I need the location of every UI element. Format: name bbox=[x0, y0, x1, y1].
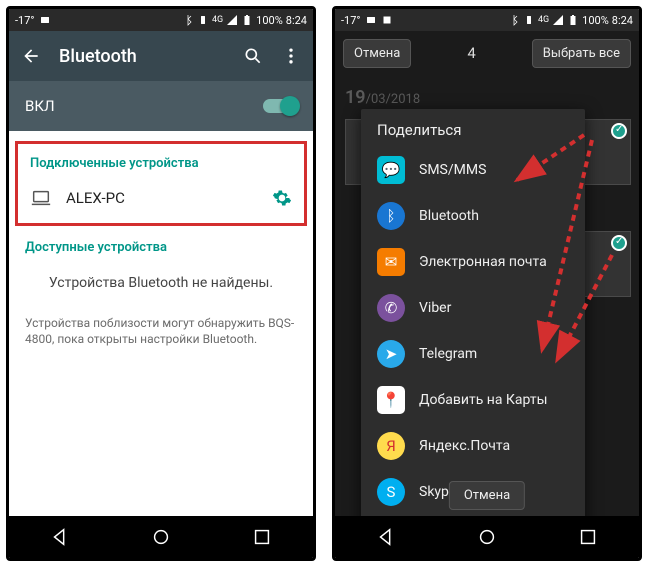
nav-bar bbox=[9, 516, 313, 558]
select-all-chip[interactable]: Выбрать все bbox=[532, 39, 631, 68]
signal-4g: 4G bbox=[212, 15, 223, 25]
status-bar: -17° 4G 100% 8:24 bbox=[335, 9, 639, 31]
signal-icon bbox=[552, 14, 564, 26]
nav-recent-icon[interactable] bbox=[251, 526, 273, 548]
share-item-yandex-mail[interactable]: ЯЯндекс.Почта bbox=[361, 423, 585, 469]
selection-count: 4 bbox=[419, 44, 523, 62]
status-time: 8:24 bbox=[286, 14, 307, 27]
gear-icon[interactable] bbox=[272, 188, 292, 208]
notification-icon-2 bbox=[381, 14, 393, 26]
yandex-mail-icon: Я bbox=[377, 432, 405, 460]
vibrate-icon bbox=[197, 14, 209, 26]
gallery-body: Отмена 4 Выбрать все 19/03/2018 Поделить… bbox=[335, 31, 639, 516]
share-item-telegram[interactable]: ➤Telegram bbox=[361, 331, 585, 377]
date-group-1: 19/03/2018 bbox=[345, 87, 420, 108]
vibrate-icon bbox=[523, 14, 535, 26]
page-title: Bluetooth bbox=[59, 46, 225, 67]
share-item-maps[interactable]: 📍Добавить на Карты bbox=[361, 377, 585, 423]
bluetooth-toggle-row[interactable]: ВКЛ bbox=[9, 81, 313, 131]
cancel-chip[interactable]: Отмена bbox=[343, 39, 411, 68]
phone-right: -17° 4G 100% 8:24 Отмена 4 Выбрать все 1… bbox=[332, 6, 642, 561]
toggle-label: ВКЛ bbox=[25, 97, 55, 115]
selection-bar: Отмена 4 Выбрать все bbox=[335, 31, 639, 75]
share-sheet: Поделиться 💬SMS/MMS ᛒBluetooth ✉Электрон… bbox=[361, 109, 585, 516]
not-found-text: Устройства Bluetooth не найдены. bbox=[9, 257, 313, 301]
sms-icon: 💬 bbox=[377, 156, 405, 184]
battery-pct: 100% bbox=[582, 14, 609, 27]
bluetooth-icon bbox=[508, 14, 520, 26]
cancel-button[interactable]: Отмена bbox=[449, 481, 525, 510]
status-temp: -17° bbox=[341, 14, 361, 27]
nav-bar bbox=[335, 516, 639, 558]
battery-icon bbox=[567, 14, 579, 26]
share-item-email[interactable]: ✉Электронная почта bbox=[361, 239, 585, 285]
toggle-switch[interactable] bbox=[263, 99, 297, 113]
telegram-icon: ➤ bbox=[377, 340, 405, 368]
nav-home-icon[interactable] bbox=[150, 526, 172, 548]
device-name: ALEX-PC bbox=[66, 189, 125, 207]
share-item-bluetooth[interactable]: ᛒBluetooth bbox=[361, 193, 585, 239]
signal-4g: 4G bbox=[538, 15, 549, 25]
content: Подключенные устройства ALEX-PC Доступны… bbox=[9, 131, 313, 361]
status-time: 8:24 bbox=[612, 14, 633, 27]
battery-pct: 100% bbox=[256, 14, 283, 27]
share-title: Поделиться bbox=[361, 109, 585, 147]
paired-header: Подключенные устройства bbox=[28, 150, 294, 181]
battery-icon bbox=[241, 14, 253, 26]
notification-icon bbox=[365, 14, 377, 26]
share-item-sms[interactable]: 💬SMS/MMS bbox=[361, 147, 585, 193]
hint-text: Устройства поблизости могут обнаружить B… bbox=[9, 301, 313, 361]
share-item-viber[interactable]: ✆Viber bbox=[361, 285, 585, 331]
notification-icon bbox=[39, 14, 51, 26]
paired-device-row[interactable]: ALEX-PC bbox=[28, 181, 294, 217]
phone-left: -17° 4G 100% 8:24 Bluetooth ВКЛ Подключе… bbox=[6, 6, 316, 561]
status-temp: -17° bbox=[15, 14, 35, 27]
nav-back-icon[interactable] bbox=[375, 526, 397, 548]
status-bar: -17° 4G 100% 8:24 bbox=[9, 9, 313, 31]
more-icon[interactable] bbox=[281, 46, 301, 66]
nav-home-icon[interactable] bbox=[476, 526, 498, 548]
app-bar: Bluetooth bbox=[9, 31, 313, 81]
back-icon[interactable] bbox=[21, 46, 41, 66]
nav-back-icon[interactable] bbox=[49, 526, 71, 548]
available-header: Доступные устройства bbox=[9, 228, 313, 257]
bluetooth-icon: ᛒ bbox=[377, 202, 405, 230]
skype-icon: S bbox=[377, 478, 405, 506]
viber-icon: ✆ bbox=[377, 294, 405, 322]
laptop-icon bbox=[30, 187, 52, 209]
bluetooth-icon bbox=[182, 14, 194, 26]
selected-check-icon bbox=[611, 123, 627, 139]
email-icon: ✉ bbox=[377, 248, 405, 276]
maps-icon: 📍 bbox=[377, 386, 405, 414]
paired-section-highlight: Подключенные устройства ALEX-PC bbox=[15, 141, 307, 226]
signal-icon bbox=[226, 14, 238, 26]
nav-recent-icon[interactable] bbox=[577, 526, 599, 548]
search-icon[interactable] bbox=[243, 46, 263, 66]
selected-check-icon bbox=[611, 235, 627, 251]
